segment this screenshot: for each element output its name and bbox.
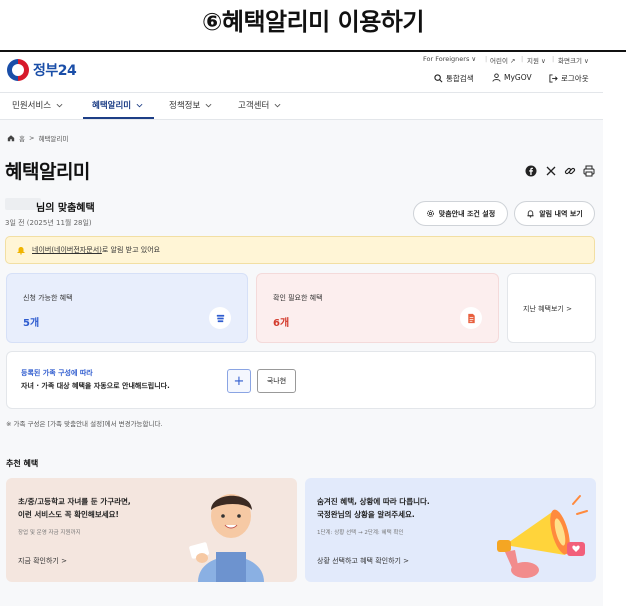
recommend-card-school[interactable]: 초/중/고등학교 자녀를 둔 가구라면, 이런 서비스도 꼭 확인해보세요! 장… <box>6 478 297 582</box>
mygov-button[interactable]: MyGOV <box>492 73 532 82</box>
link-icon[interactable] <box>564 165 576 177</box>
breadcrumb-separator: > <box>28 134 35 142</box>
bell-icon <box>527 210 534 218</box>
chevron-down-icon <box>136 103 143 107</box>
user-icon <box>492 73 501 82</box>
taeguk-logo-icon[interactable] <box>7 59 29 81</box>
x-icon[interactable] <box>545 165 557 177</box>
gnb-label: 정책정보 <box>169 101 201 111</box>
recommend-link[interactable]: 상황 선택하고 혜택 확인하기 > <box>317 556 409 566</box>
chevron-down-icon <box>205 103 212 107</box>
check-benefits-label: 확인 필요한 혜택 <box>273 294 323 302</box>
family-note: ※ 가족 구성은 [가족 맞춤안내 설정]에서 변경가능합니다. <box>6 420 163 428</box>
util-link-screen-size[interactable]: 화면크기 ∨ <box>558 55 589 65</box>
breadcrumb: 홈 > 혜택알리미 <box>7 133 68 143</box>
family-composition-box: 등록된 가족 구성에 따라 자녀 · 가족 대상 혜택을 자동으로 안내해드립니… <box>6 351 596 409</box>
util-separator: | <box>552 55 555 63</box>
recommend-subtitle: 1단계: 상황 선택 → 2단계: 혜택 확인 <box>317 530 404 536</box>
gnb-item-policy-info[interactable]: 정책정보 <box>169 99 212 111</box>
chevron-down-icon <box>56 103 63 107</box>
gnb-item-civil-service[interactable]: 민원서비스 <box>12 99 63 111</box>
home-icon[interactable] <box>7 134 15 142</box>
logout-icon <box>549 74 558 83</box>
alert-history-label: 알림 내역 보기 <box>539 209 583 218</box>
past-benefits-card[interactable]: 지난 혜택보기 > <box>507 273 596 343</box>
alert-history-button[interactable]: 알림 내역 보기 <box>514 201 595 226</box>
chevron-down-icon <box>274 103 281 107</box>
recommend-card-situation[interactable]: 숨겨진 혜택, 상황에 따라 다릅니다. 국정완님의 상황을 알려주세요. 1단… <box>305 478 596 582</box>
gnb-item-benefit-alert[interactable]: 혜택알리미 <box>92 99 143 111</box>
condition-settings-button[interactable]: 맞춤안내 조건 설정 <box>413 201 508 226</box>
megaphone-icon <box>497 495 588 578</box>
recommend-link[interactable]: 지금 확인하기 > <box>18 556 67 566</box>
mygov-label: MyGOV <box>504 73 532 82</box>
util-link-foreigners[interactable]: For Foreigners ∨ <box>423 55 476 63</box>
gnb-item-customer-center[interactable]: 고객센터 <box>238 99 281 111</box>
stack-icon <box>209 307 231 329</box>
recommend-title-line1: 초/중/고등학교 자녀를 둔 가구라면, <box>18 497 131 506</box>
page-title: 혜택알리미 <box>5 161 90 183</box>
benefit-date: 3일 전 (2025년 11월 28일) <box>5 219 92 227</box>
recommend-heading: 추천 혜택 <box>6 459 39 468</box>
page-heading: ⑥혜택알리미 이용하기 <box>202 8 424 36</box>
util-separator: | <box>521 55 524 63</box>
check-benefits-card[interactable]: 확인 필요한 혜택 6개 <box>256 273 499 343</box>
condition-settings-label: 맞춤안내 조건 설정 <box>438 209 496 218</box>
logout-label: 로그아웃 <box>561 74 589 83</box>
header-divider <box>0 92 603 93</box>
print-icon[interactable] <box>583 165 595 177</box>
notice-link[interactable]: 네이버(네이버전자문서) <box>32 246 102 254</box>
gnb-label: 혜택알리미 <box>92 101 132 111</box>
breadcrumb-current[interactable]: 혜택알리미 <box>38 133 68 143</box>
browser-frame: 정부24 For Foreigners ∨ | 어린이 ↗ | 지원 ∨ | 화… <box>0 52 603 606</box>
available-benefits-count: 5개 <box>23 318 40 329</box>
check-benefits-count: 6개 <box>273 318 290 329</box>
util-separator: | <box>485 55 488 63</box>
breadcrumb-home[interactable]: 홈 <box>19 133 25 143</box>
logout-button[interactable]: 로그아웃 <box>549 73 589 84</box>
person-illustration-icon <box>189 494 264 582</box>
benefit-owner-heading: 님의 맞춤혜택 <box>36 203 95 214</box>
family-title: 등록된 가족 구성에 따라 <box>21 369 93 377</box>
available-benefits-card[interactable]: 신청 가능한 혜택 5개 <box>6 273 248 343</box>
recommend-title-line1: 숨겨진 혜택, 상황에 따라 다릅니다. <box>317 497 430 506</box>
family-description: 자녀 · 가족 대상 혜택을 자동으로 안내해드립니다. <box>21 382 170 390</box>
facebook-icon[interactable] <box>525 165 537 177</box>
search-icon <box>434 74 443 83</box>
bell-icon <box>17 247 25 255</box>
recommend-subtitle: 장업 및 운영 자금 지원까지 <box>18 530 81 536</box>
notice-banner: 네이버(네이버전자문서)로 알림 받고 있어요 <box>5 236 595 264</box>
past-benefits-link: 지난 혜택보기 > <box>523 305 572 313</box>
recommend-title-line2: 이런 서비스도 꼭 확인해보세요! <box>18 510 119 519</box>
util-link-kids[interactable]: 어린이 ↗ <box>490 55 515 65</box>
util-link-support[interactable]: 지원 ∨ <box>527 55 546 65</box>
family-member-chip[interactable]: 국나현 <box>257 369 296 393</box>
add-family-button[interactable]: + <box>227 369 251 393</box>
recommend-title-line2: 국정완님의 상황을 알려주세요. <box>317 510 415 519</box>
site-logo-text[interactable]: 정부24 <box>33 60 77 80</box>
integrated-search-button[interactable]: 통합검색 <box>434 73 474 84</box>
gnb-label: 고객센터 <box>238 101 270 111</box>
gnb-label: 민원서비스 <box>12 101 52 111</box>
document-icon <box>460 307 482 329</box>
integrated-search-label: 통합검색 <box>446 74 474 83</box>
available-benefits-label: 신청 가능한 혜택 <box>23 294 73 302</box>
notice-text: 로 알림 받고 있어요 <box>101 246 161 254</box>
gear-icon <box>426 210 434 217</box>
